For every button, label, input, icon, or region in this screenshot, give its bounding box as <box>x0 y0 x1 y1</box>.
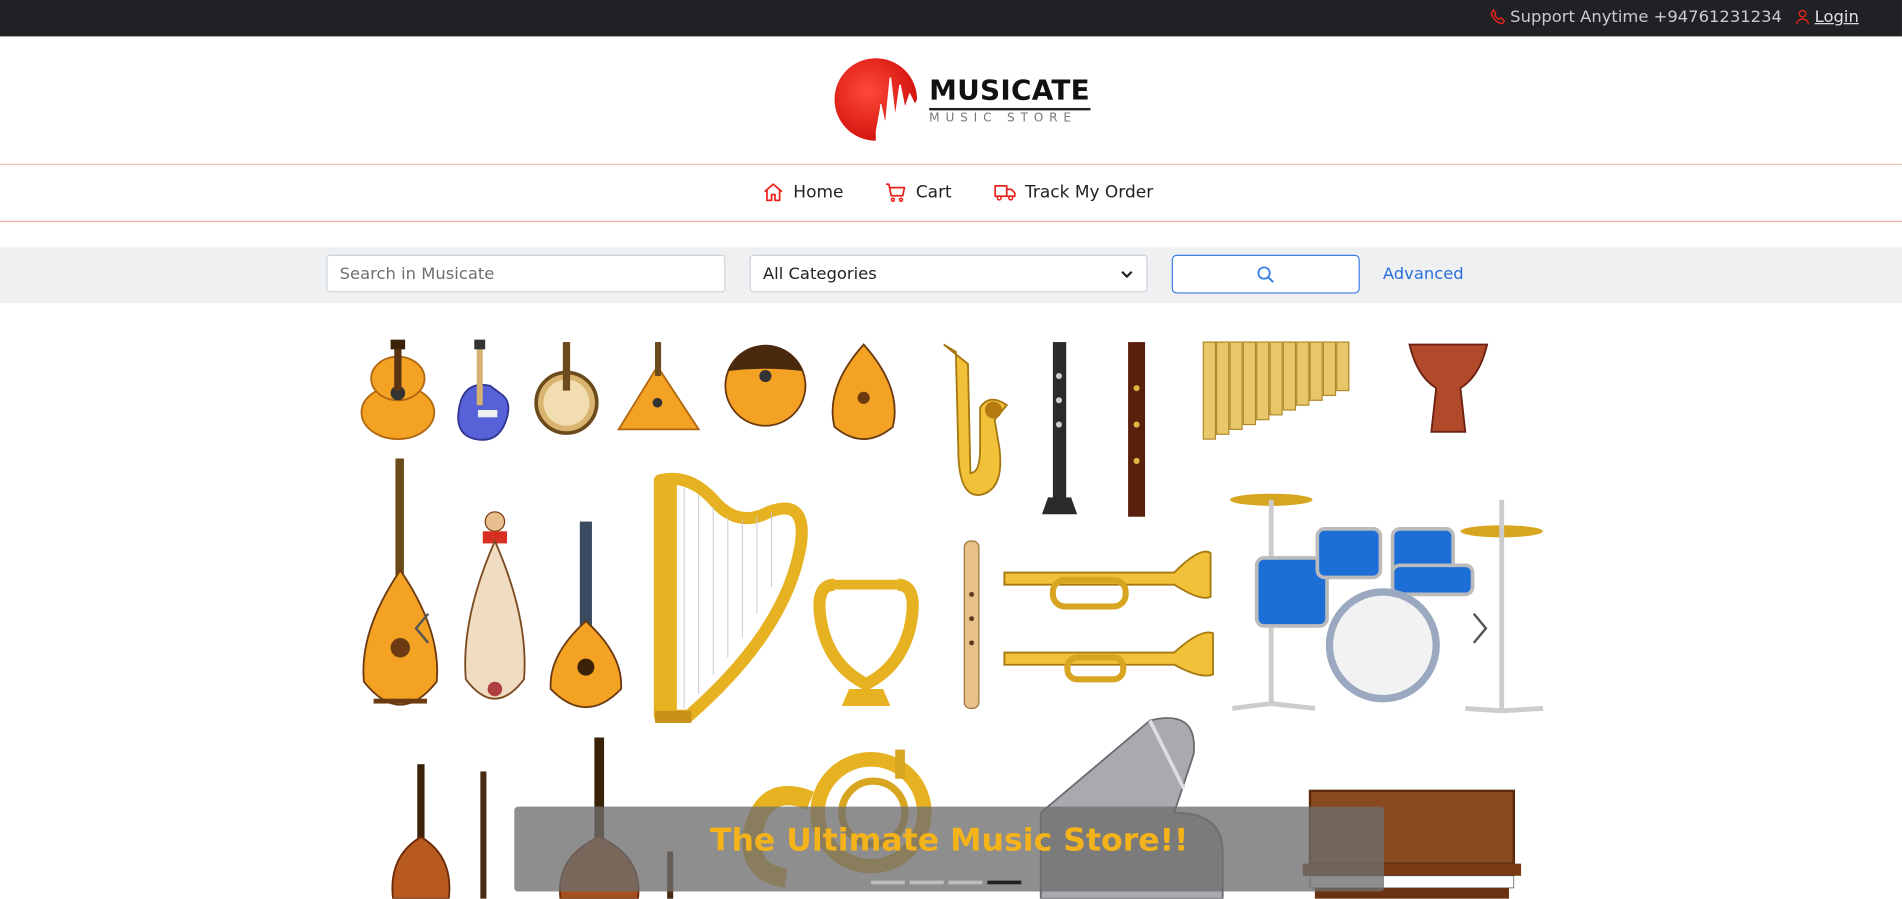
support-text: Support Anytime +94761231234 <box>1510 7 1782 27</box>
user-icon <box>1795 9 1810 25</box>
cart-icon <box>886 183 906 202</box>
carousel-prev-icon[interactable] <box>410 609 437 648</box>
oud-icon <box>362 458 439 706</box>
nav-cart-label: Cart <box>915 182 952 202</box>
carousel-caption: The Ultimate Music Store!! <box>709 822 1189 859</box>
harp-icon <box>653 472 808 723</box>
bassoon-icon <box>1128 342 1146 517</box>
lute-icon <box>831 343 896 440</box>
top-bar: Support Anytime +94761231234 Login <box>0 0 1902 37</box>
pan-flute-icon <box>1202 341 1350 440</box>
recorder-icon <box>963 540 980 709</box>
site-header: MUSICATE MUSIC STORE <box>0 36 1902 165</box>
violin-icon <box>391 764 487 899</box>
carousel-indicator-1[interactable] <box>870 880 905 885</box>
nav-home-label: Home <box>793 182 844 202</box>
carousel-indicators <box>870 880 1022 885</box>
truck-icon <box>994 185 1016 201</box>
nav-track-order-label: Track My Order <box>1024 182 1154 202</box>
main-nav: Home Cart Track My Order <box>0 165 1902 222</box>
clarinet-icon <box>1041 342 1078 515</box>
page: Support Anytime +94761231234 Login MUSIC… <box>0 0 1902 899</box>
mandolin-icon <box>549 521 623 709</box>
bass-guitar-icon <box>457 339 510 441</box>
logo-title: MUSICATE <box>929 74 1090 107</box>
carousel-next-icon[interactable] <box>1465 609 1492 648</box>
saxophone-icon <box>943 343 1009 496</box>
djembe-icon <box>1408 343 1489 433</box>
drum-kit-icon <box>1229 493 1544 714</box>
support-contact[interactable]: Support Anytime +94761231234 <box>1490 7 1782 27</box>
pipa-icon <box>464 511 526 700</box>
chevron-down-icon <box>1121 270 1133 278</box>
search-button[interactable] <box>1171 254 1360 294</box>
search-icon <box>1257 265 1274 283</box>
trumpet-icon <box>1003 550 1214 683</box>
banjo-icon <box>534 342 599 435</box>
domra-icon <box>724 344 807 427</box>
balalaika-icon <box>617 342 701 431</box>
carousel-indicator-2[interactable] <box>909 880 944 885</box>
nav-cart[interactable]: Cart <box>884 181 952 204</box>
lyre-icon <box>813 578 919 706</box>
logo-subtitle: MUSIC STORE <box>929 107 1090 124</box>
guitar-icon <box>360 339 436 441</box>
category-selected: All Categories <box>762 263 877 284</box>
advanced-search-link[interactable]: Advanced <box>1383 264 1464 283</box>
carousel-indicator-4[interactable] <box>987 880 1022 885</box>
logo-wave-icon <box>834 58 918 141</box>
nav-home[interactable]: Home <box>762 181 844 204</box>
search-bar: All Categories Advanced <box>0 247 1902 304</box>
category-select[interactable]: All Categories <box>749 254 1148 293</box>
carousel-indicator-3[interactable] <box>948 880 983 885</box>
nav-track-order[interactable]: Track My Order <box>993 181 1153 204</box>
home-icon <box>764 183 783 202</box>
site-logo[interactable]: MUSICATE MUSIC STORE <box>832 56 1090 143</box>
login-link[interactable]: Login <box>1794 7 1859 27</box>
login-text[interactable]: Login <box>1815 7 1859 26</box>
phone-icon <box>1490 8 1505 25</box>
search-input[interactable] <box>326 254 726 293</box>
